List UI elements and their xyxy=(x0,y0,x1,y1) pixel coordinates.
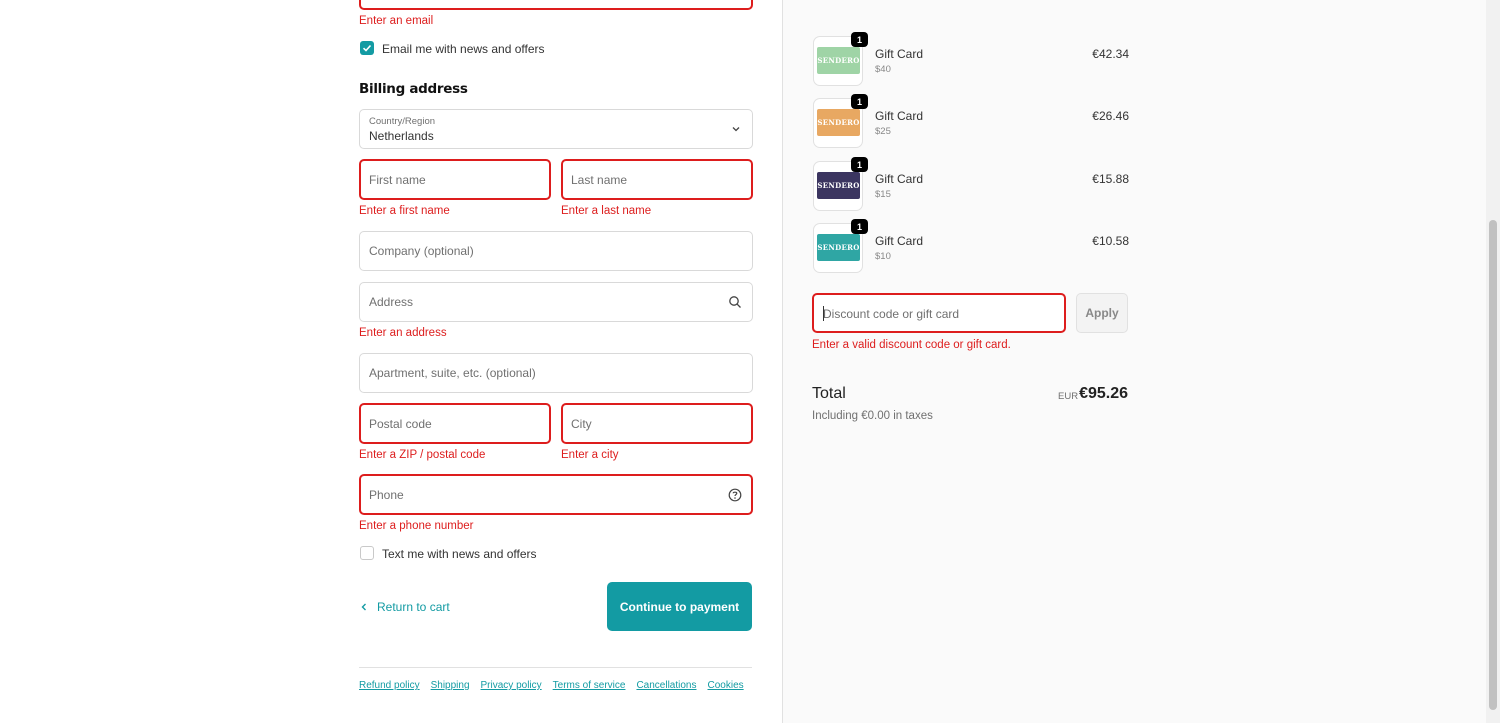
quantity-badge: 1 xyxy=(851,32,868,47)
company-placeholder: Company (optional) xyxy=(369,244,474,258)
last-name-error: Enter a last name xyxy=(561,205,652,217)
quantity-badge: 1 xyxy=(851,94,868,109)
city-error: Enter a city xyxy=(561,449,619,461)
item-variant: $10 xyxy=(875,251,891,262)
order-item: SENDERO 1 Gift Card $25 €26.46 xyxy=(813,94,1129,150)
address-placeholder: Address xyxy=(369,295,414,309)
apartment-placeholder: Apartment, suite, etc. (optional) xyxy=(369,366,536,380)
footer-link-refund-policy[interactable]: Refund policy xyxy=(359,680,420,691)
order-item: SENDERO 1 Gift Card $10 €10.58 xyxy=(813,219,1129,275)
country-label: Country/Region xyxy=(369,116,436,127)
first-name-placeholder: First name xyxy=(369,172,426,187)
email-news-checkbox[interactable] xyxy=(360,41,374,55)
discount-placeholder: Discount code or gift card xyxy=(823,307,960,321)
footer-links: Refund policy Shipping Privacy policy Te… xyxy=(359,680,744,691)
item-price: €15.88 xyxy=(1092,172,1129,186)
chevron-down-icon xyxy=(732,127,740,132)
item-variant: $25 xyxy=(875,126,891,137)
phone-placeholder: Phone xyxy=(369,487,404,502)
item-price: €42.34 xyxy=(1092,47,1129,61)
gift-card-logo-text: SENDERO xyxy=(817,118,860,127)
email-field[interactable] xyxy=(359,0,753,10)
chevron-left-icon xyxy=(361,603,366,611)
footer-link-privacy-policy[interactable]: Privacy policy xyxy=(481,680,542,691)
item-name: Gift Card xyxy=(875,172,924,186)
email-error: Enter an email xyxy=(359,15,434,27)
scrollbar-thumb[interactable] xyxy=(1489,220,1497,710)
company-field[interactable]: Company (optional) xyxy=(359,231,753,271)
discount-error: Enter a valid discount code or gift card… xyxy=(812,339,1011,351)
last-name-placeholder: Last name xyxy=(571,172,628,187)
phone-field[interactable]: Phone xyxy=(359,474,753,515)
gift-card-image: SENDERO xyxy=(817,234,860,261)
first-name-field[interactable]: First name xyxy=(359,159,551,200)
apartment-field[interactable]: Apartment, suite, etc. (optional) xyxy=(359,353,753,393)
postal-code-error: Enter a ZIP / postal code xyxy=(359,449,486,461)
apply-button[interactable]: Apply xyxy=(1076,293,1128,333)
postal-code-field[interactable]: Postal code xyxy=(359,403,551,444)
help-circle-icon[interactable] xyxy=(728,488,742,502)
return-to-cart-link[interactable]: Return to cart xyxy=(359,600,450,614)
footer-link-cookies[interactable]: Cookies xyxy=(708,680,744,691)
country-select[interactable]: Country/Region Netherlands xyxy=(359,109,753,149)
footer-link-shipping[interactable]: Shipping xyxy=(431,680,470,691)
item-variant: $40 xyxy=(875,64,891,75)
return-to-cart-label: Return to cart xyxy=(377,600,450,614)
page-scrollbar[interactable] xyxy=(1486,0,1500,723)
gift-card-image: SENDERO xyxy=(817,109,860,136)
country-value: Netherlands xyxy=(369,129,434,143)
gift-card-logo-text: SENDERO xyxy=(817,181,860,190)
total-label: Total xyxy=(812,385,846,402)
footer-link-terms-of-service[interactable]: Terms of service xyxy=(553,680,626,691)
address-error: Enter an address xyxy=(359,327,447,339)
footer-link-cancellations[interactable]: Cancellations xyxy=(636,680,696,691)
text-news-checkbox[interactable] xyxy=(360,546,374,560)
continue-to-payment-button[interactable]: Continue to payment xyxy=(607,582,752,631)
search-icon xyxy=(729,296,741,308)
text-news-label: Text me with news and offers xyxy=(382,547,537,561)
check-icon xyxy=(362,44,372,52)
city-placeholder: City xyxy=(571,416,592,431)
item-name: Gift Card xyxy=(875,234,924,248)
item-name: Gift Card xyxy=(875,109,924,123)
gift-card-image: SENDERO xyxy=(817,47,860,74)
footer-divider xyxy=(359,667,752,668)
postal-code-placeholder: Postal code xyxy=(369,416,432,431)
gift-card-logo-text: SENDERO xyxy=(817,56,860,65)
email-news-label: Email me with news and offers xyxy=(382,42,545,56)
item-name: Gift Card xyxy=(875,47,924,61)
discount-code-input[interactable]: Discount code or gift card xyxy=(812,293,1066,333)
total-value: €95.26 xyxy=(1079,385,1128,402)
item-variant: $15 xyxy=(875,189,891,200)
item-price: €26.46 xyxy=(1092,109,1129,123)
city-field[interactable]: City xyxy=(561,403,753,444)
order-item: SENDERO 1 Gift Card $40 €42.34 xyxy=(813,32,1129,88)
gift-card-image: SENDERO xyxy=(817,172,860,199)
quantity-badge: 1 xyxy=(851,157,868,172)
phone-error: Enter a phone number xyxy=(359,520,474,532)
quantity-badge: 1 xyxy=(851,219,868,234)
gift-card-logo-text: SENDERO xyxy=(817,243,860,252)
item-price: €10.58 xyxy=(1092,234,1129,248)
billing-heading: Billing address xyxy=(359,81,468,97)
currency-code: EUR xyxy=(1058,391,1079,402)
first-name-error: Enter a first name xyxy=(359,205,450,217)
checkout-form-panel: Enter an email Email me with news and of… xyxy=(0,0,782,723)
taxes-note: Including €0.00 in taxes xyxy=(812,410,933,422)
last-name-field[interactable]: Last name xyxy=(561,159,753,200)
address-field[interactable]: Address xyxy=(359,282,753,322)
order-item: SENDERO 1 Gift Card $15 €15.88 xyxy=(813,157,1129,213)
